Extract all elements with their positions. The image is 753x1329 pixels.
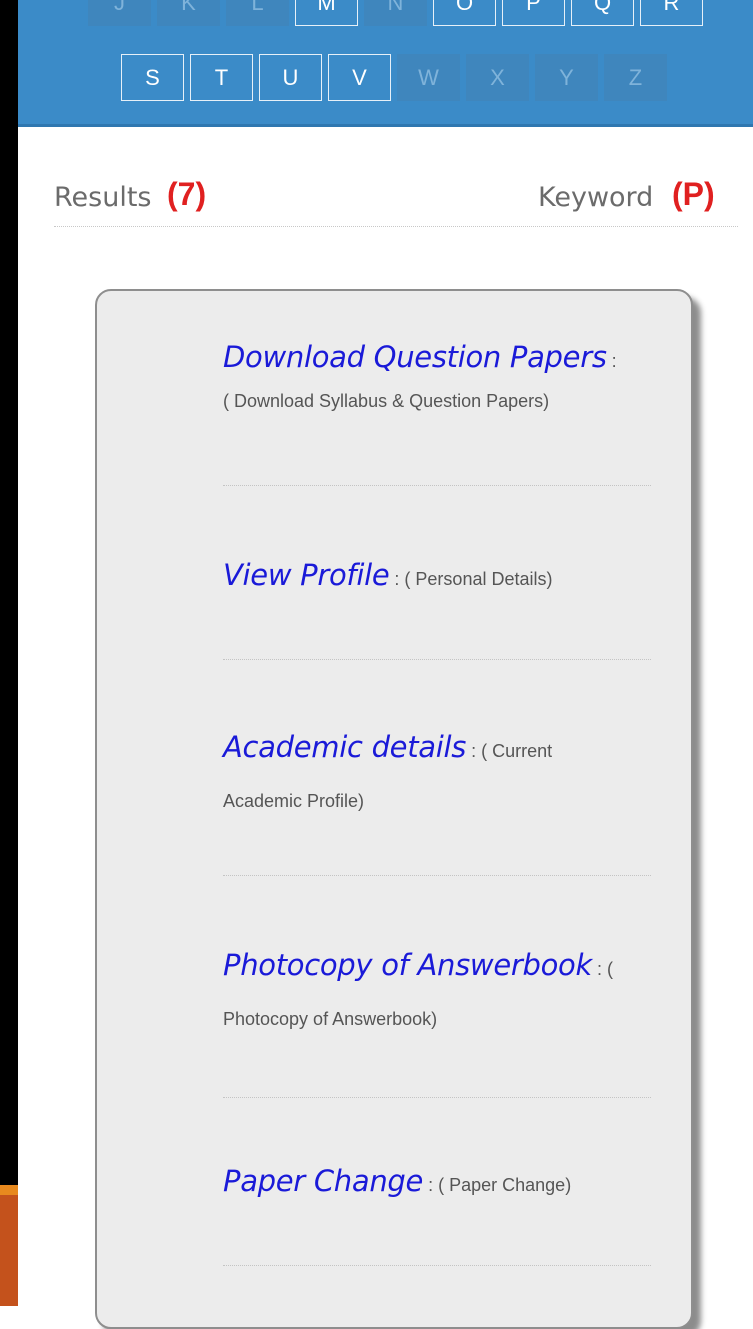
view-profile-link[interactable]: View Profile	[223, 558, 390, 592]
keyword-value: (P)	[672, 176, 715, 212]
left-frame-border	[0, 0, 18, 1306]
result-item: Paper Change : ( Paper Change)	[223, 1159, 663, 1209]
results-count: (7)	[167, 176, 207, 212]
letter-l-button[interactable]: L	[226, 0, 289, 26]
letter-o-button[interactable]: O	[433, 0, 496, 26]
letter-z-button[interactable]: Z	[604, 54, 667, 101]
item-divider	[223, 875, 651, 876]
item-description: ( Personal Details)	[404, 569, 553, 589]
background-window-edge	[0, 1185, 18, 1306]
item-separator: :	[466, 741, 482, 761]
academic-details-link[interactable]: Academic details	[223, 730, 466, 764]
item-description: (	[606, 959, 613, 979]
results-card: Download Question Papers : ( Download Sy…	[95, 289, 693, 1329]
item-description-continued: Photocopy of Answerbook)	[223, 1009, 438, 1029]
result-item: Download Question Papers : ( Download Sy…	[223, 335, 663, 413]
item-separator: :	[423, 1175, 439, 1195]
letter-q-button[interactable]: Q	[571, 0, 634, 26]
result-item: Academic details : ( Current Academic Pr…	[223, 725, 663, 813]
item-divider	[223, 485, 651, 486]
item-divider	[223, 1097, 651, 1098]
alphabet-header: J K L M N O P Q R S T U V W X Y Z	[18, 0, 753, 127]
paper-change-link[interactable]: Paper Change	[223, 1164, 423, 1198]
background-window-edge-top	[0, 1185, 18, 1195]
item-separator: :	[591, 959, 607, 979]
letter-w-button[interactable]: W	[397, 54, 460, 101]
letter-p-button[interactable]: P	[502, 0, 565, 26]
item-description-continued: Academic Profile)	[223, 791, 365, 811]
item-description: ( Current	[481, 741, 553, 761]
keyword-label: Keyword	[538, 182, 654, 213]
item-description: ( Paper Change)	[438, 1175, 572, 1195]
item-divider	[223, 1265, 651, 1266]
letter-v-button[interactable]: V	[328, 54, 391, 101]
download-question-papers-link[interactable]: Download Question Papers	[223, 340, 607, 374]
results-summary: Results (7) Keyword (P)	[54, 176, 738, 227]
item-description: ( Download Syllabus & Question Papers)	[223, 391, 550, 411]
letter-m-button[interactable]: M	[295, 0, 358, 26]
letter-j-button[interactable]: J	[88, 0, 151, 26]
result-item: Photocopy of Answerbook : ( Photocopy of…	[223, 943, 663, 1031]
item-divider	[223, 659, 651, 660]
results-label: Results	[54, 182, 152, 213]
result-item: View Profile : ( Personal Details)	[223, 553, 663, 603]
letter-n-button[interactable]: N	[364, 0, 427, 26]
letter-y-button[interactable]: Y	[535, 54, 598, 101]
letter-u-button[interactable]: U	[259, 54, 322, 101]
letter-r-button[interactable]: R	[640, 0, 703, 26]
letter-x-button[interactable]: X	[466, 54, 529, 101]
letter-k-button[interactable]: K	[157, 0, 220, 26]
letter-s-button[interactable]: S	[121, 54, 184, 101]
item-separator: :	[389, 569, 405, 589]
photocopy-of-answerbook-link[interactable]: Photocopy of Answerbook	[223, 948, 592, 982]
letter-t-button[interactable]: T	[190, 54, 253, 101]
item-separator: :	[606, 351, 617, 371]
